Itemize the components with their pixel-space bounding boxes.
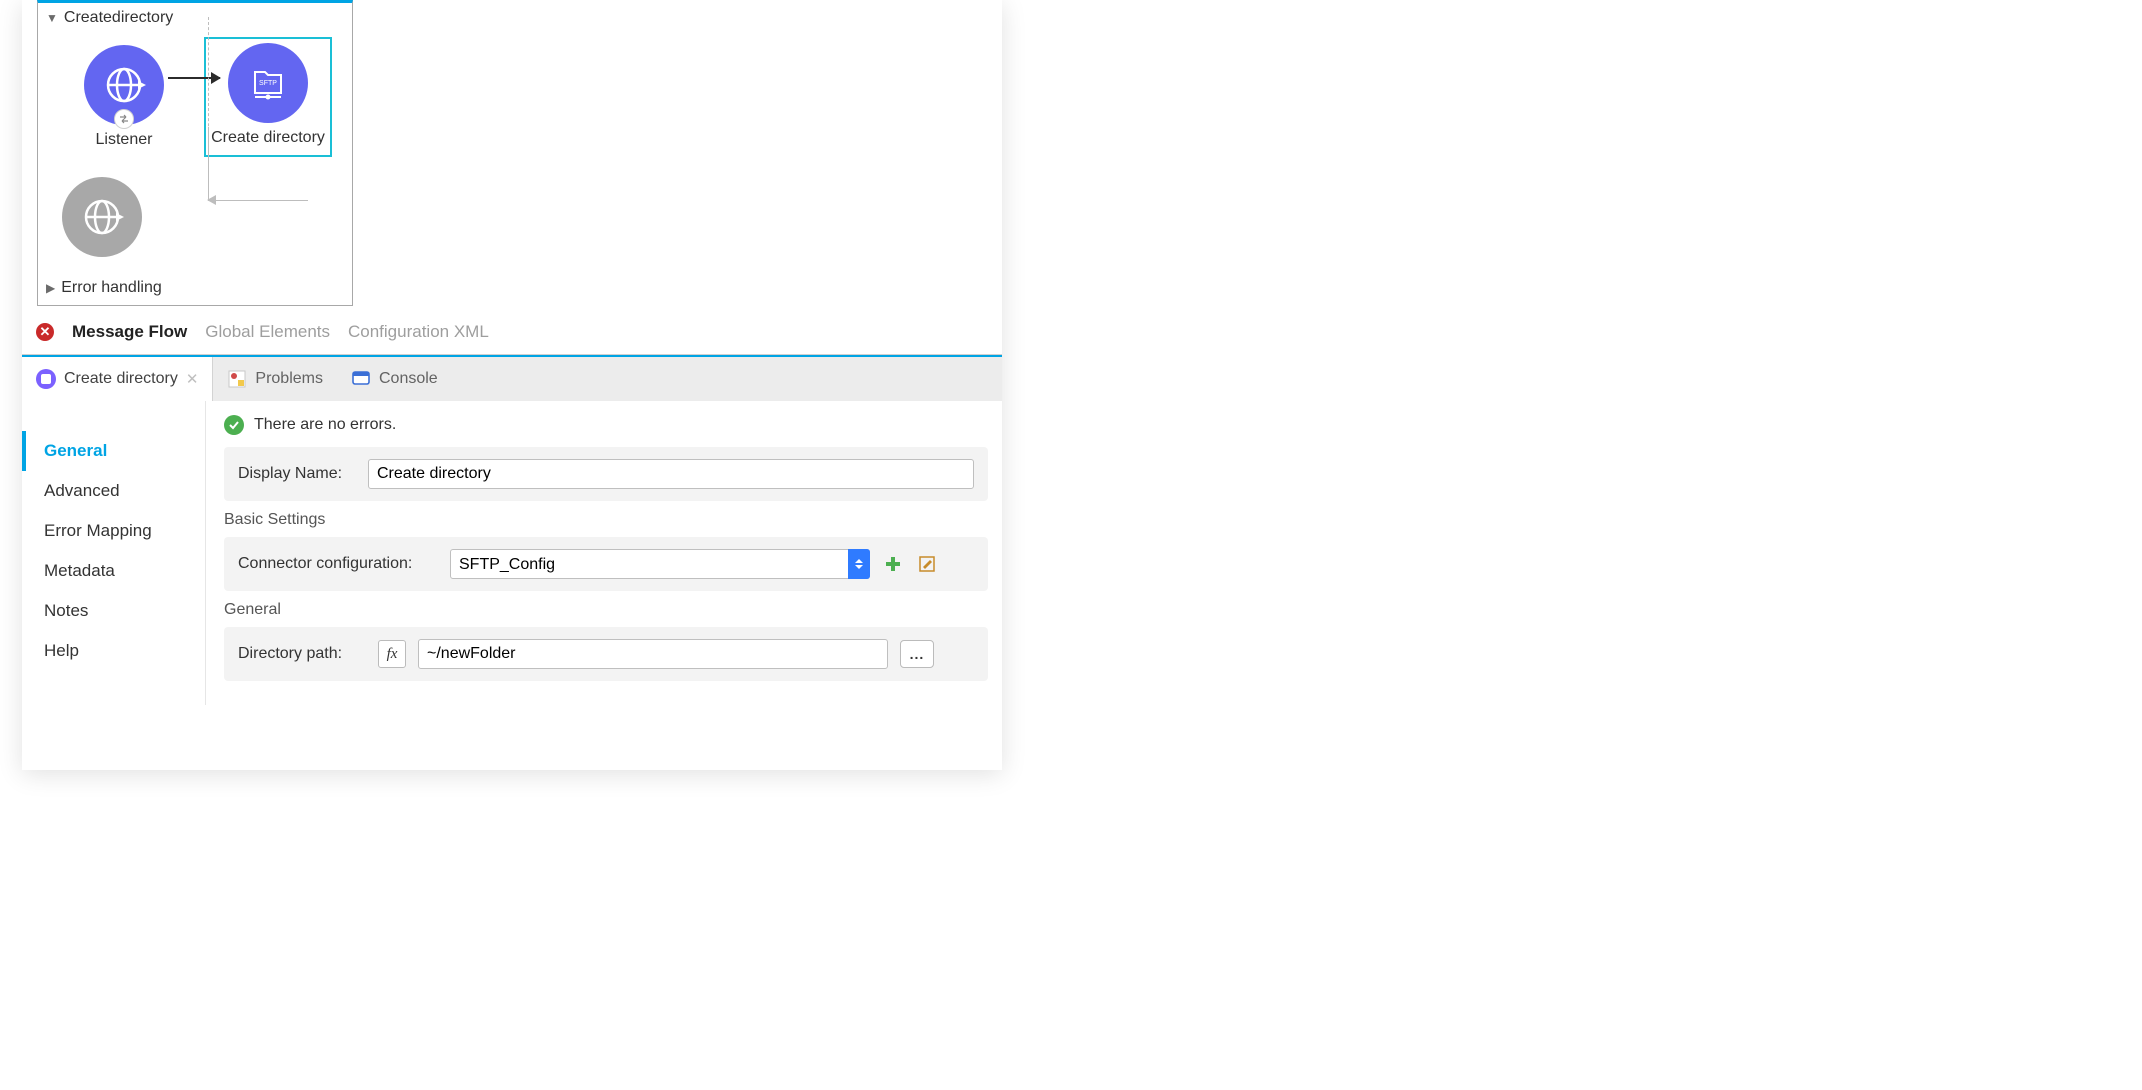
tab-configuration-xml[interactable]: Configuration XML	[348, 322, 489, 342]
flow-canvas[interactable]: ▼ Createdirectory	[22, 0, 1002, 354]
error-indicator-icon[interactable]: ✕	[36, 323, 54, 341]
sidebar-item-general[interactable]: General	[22, 431, 205, 471]
select-caret-icon[interactable]	[848, 549, 870, 579]
properties-tab-bar: Create directory ✕ Problems Console	[22, 355, 1002, 401]
response-node[interactable]	[62, 177, 142, 257]
swap-badge-icon	[114, 109, 134, 129]
listener-label: Listener	[96, 131, 153, 149]
error-handling-label: Error handling	[61, 279, 162, 297]
console-icon	[351, 369, 371, 389]
tab-problems[interactable]: Problems	[213, 357, 337, 401]
collapse-icon[interactable]: ▼	[46, 11, 58, 25]
listener-icon	[84, 45, 164, 125]
directory-path-label: Directory path:	[238, 645, 366, 663]
return-connector	[208, 127, 308, 201]
sidebar-item-advanced[interactable]: Advanced	[22, 471, 205, 511]
tab-console-label: Console	[379, 370, 438, 388]
listener-node[interactable]: Listener	[60, 45, 188, 149]
edit-config-button[interactable]	[916, 553, 938, 575]
connector-arrow	[168, 77, 220, 79]
expand-icon[interactable]: ▶	[46, 281, 55, 295]
add-config-button[interactable]	[882, 553, 904, 575]
tab-message-flow[interactable]: Message Flow	[72, 322, 187, 342]
check-icon	[224, 415, 244, 435]
problems-icon	[227, 369, 247, 389]
svg-text:SFTP: SFTP	[259, 80, 277, 87]
general-section-title: General	[224, 601, 988, 619]
tab-create-directory-label: Create directory	[64, 370, 178, 388]
close-icon[interactable]: ✕	[186, 370, 199, 388]
tab-problems-label: Problems	[255, 370, 323, 388]
basic-settings-title: Basic Settings	[224, 511, 988, 529]
display-name-input[interactable]	[368, 459, 974, 489]
browse-button[interactable]: ...	[900, 640, 934, 668]
connector-config-select[interactable]: SFTP_Config	[450, 549, 870, 579]
sidebar-item-help[interactable]: Help	[22, 631, 205, 671]
flow-title: Createdirectory	[64, 9, 173, 27]
sidebar-item-metadata[interactable]: Metadata	[22, 551, 205, 591]
validation-status: There are no errors.	[254, 416, 396, 434]
directory-path-input[interactable]	[418, 639, 888, 669]
sidebar-item-error-mapping[interactable]: Error Mapping	[22, 511, 205, 551]
flow-container[interactable]: ▼ Createdirectory	[37, 0, 353, 306]
tab-console[interactable]: Console	[337, 357, 452, 401]
tab-global-elements[interactable]: Global Elements	[205, 322, 330, 342]
connector-tab-icon	[36, 369, 56, 389]
connector-config-label: Connector configuration:	[238, 555, 438, 573]
fx-button[interactable]: fx	[378, 640, 406, 668]
tab-create-directory[interactable]: Create directory ✕	[22, 357, 213, 401]
sftp-directory-icon: SFTP	[228, 43, 308, 123]
sidebar-item-notes[interactable]: Notes	[22, 591, 205, 631]
properties-sidebar: General Advanced Error Mapping Metadata …	[22, 401, 206, 705]
display-name-label: Display Name:	[238, 465, 356, 483]
error-handling-section[interactable]: ▶ Error handling	[38, 271, 352, 305]
globe-response-icon	[62, 177, 142, 257]
flow-header[interactable]: ▼ Createdirectory	[38, 3, 352, 31]
